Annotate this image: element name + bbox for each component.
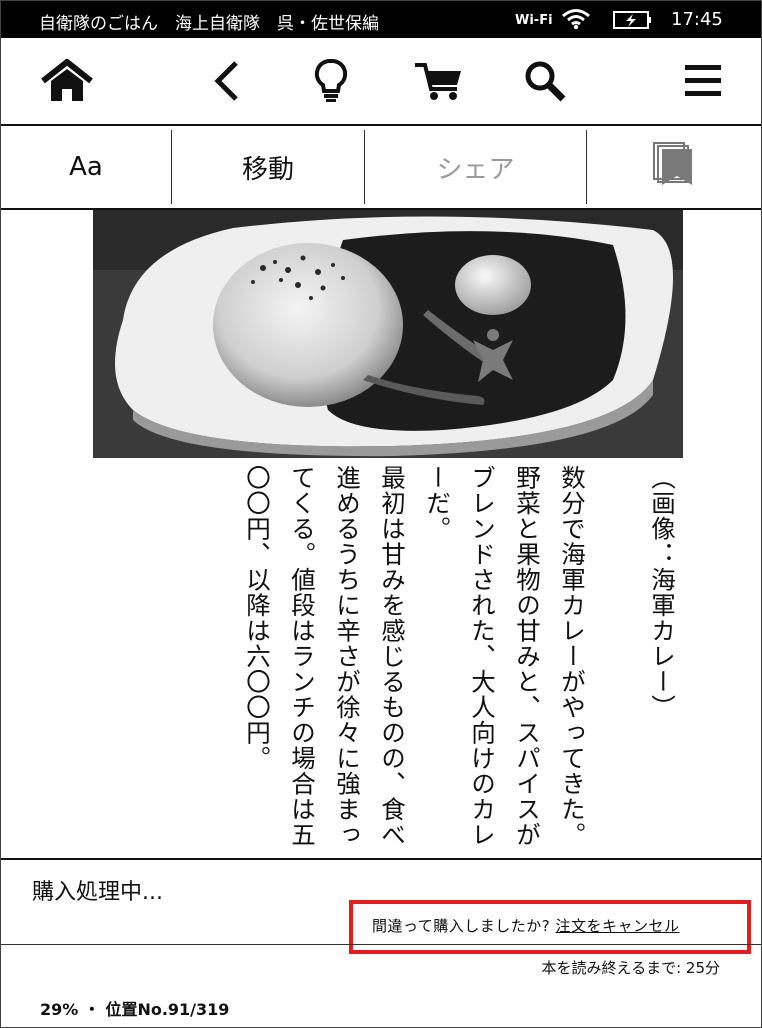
purchase-status: 購入処理中... [32,880,163,905]
image-caption: （画像：海軍カレー） [648,465,677,720]
cancel-question: 間違って購入しましたか? [372,917,551,935]
goto-button[interactable]: 移動 [172,126,364,208]
book-title: 自衛隊のごはん 海上自衛隊 呉・佐世保編 [39,14,379,34]
menu-button[interactable] [675,58,731,108]
paragraph: 数分で海軍カレーがやってきた。野菜と果物の甘みと、スパイスがブレンドされた、大人… [423,465,587,848]
cart-icon [413,59,465,107]
curry-photo [93,210,683,458]
share-label: シェア [436,154,515,185]
back-button[interactable] [198,58,254,108]
search-icon [523,59,567,107]
lightbulb-icon [314,58,348,108]
purchase-panel-bottom-divider [1,944,761,945]
cancel-prompt: 間違って購入しましたか? 注文をキャンセル [372,915,680,936]
search-button[interactable] [517,58,573,108]
reading-location[interactable]: 29% ・ 位置No.91/319 [40,996,229,1020]
bookmark-button[interactable] [587,126,761,208]
purchase-panel-top-divider [1,858,761,860]
lightbulb-button[interactable] [303,58,359,108]
book-text: （画像：海軍カレー） 数分で海軍カレーがやってきた。野菜と果物の甘みと、スパイス… [165,465,685,858]
time-remaining: 本を読み終えるまで: 25分 [541,959,720,977]
goto-label: 移動 [241,154,294,185]
paragraph: 最初は甘みを感じるものの、食べ進めるうちに辛さが徐々に強まってくる。値段はランチ… [243,465,407,848]
home-button[interactable] [39,58,95,108]
font-settings-button[interactable]: Aa [1,126,171,208]
wifi-icon [561,8,591,34]
font-settings-label: Aa [69,152,103,182]
bookmark-icon [652,141,696,194]
wifi-label: Wi-Fi [515,13,553,28]
menu-icon [683,63,723,103]
status-bar: 自衛隊のごはん 海上自衛隊 呉・佐世保編 Wi-Fi 17:45 [1,1,761,38]
back-icon [209,59,243,107]
home-icon [40,58,94,107]
share-button[interactable]: シェア [365,126,586,208]
cancel-order-link[interactable]: 注文をキャンセル [556,917,680,935]
reader-menu-bar: Aa 移動 シェア [1,126,761,208]
clock: 17:45 [671,9,723,30]
battery-charging-icon [613,10,653,34]
toolbar [1,38,761,124]
store-cart-button[interactable] [411,58,467,108]
